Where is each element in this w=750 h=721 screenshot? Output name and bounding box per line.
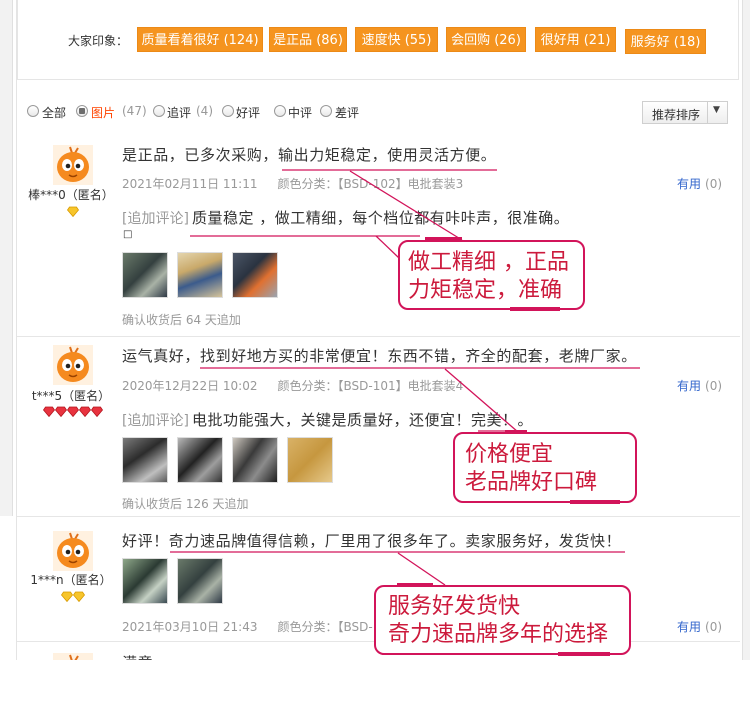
review-photo[interactable] bbox=[177, 558, 223, 604]
appended-review: [追加评论] 质量稳定 ，做工精细，每个档位都有咔咔声，很准确。 bbox=[122, 207, 569, 228]
sku-value: 【BSD-101】电批套装4 bbox=[337, 379, 464, 393]
gold-diamond-icon bbox=[67, 206, 79, 217]
appended-text: 质量稳定 ，做工精细，每个档位都有咔咔声，很准确。 bbox=[191, 209, 570, 227]
useful-button[interactable]: 有用 bbox=[677, 177, 701, 191]
annotation-callout: 服务好发货快 奇力速品牌多年的选择 bbox=[374, 585, 631, 655]
avatar[interactable] bbox=[53, 653, 93, 660]
avatar[interactable] bbox=[53, 145, 93, 185]
review-photos bbox=[122, 558, 223, 604]
reviewer-name: t***5（匿名） bbox=[31, 389, 111, 403]
appended-time: 确认收货后 64 天追加 bbox=[122, 313, 241, 327]
review-meta: 2021年02月11日 11:11 颜色分类：【BSD-102】电批套装3 bbox=[122, 175, 463, 192]
sku-label: 颜色分类： bbox=[277, 379, 338, 393]
avatar[interactable] bbox=[53, 345, 93, 385]
callout-line: 奇力速品牌多年的选择 bbox=[388, 622, 609, 647]
appended-label: [追加评论] bbox=[122, 211, 189, 227]
review-photo[interactable] bbox=[232, 252, 278, 298]
default-avatar-icon bbox=[53, 653, 93, 660]
reviewer-level-badges bbox=[23, 591, 123, 603]
reviewer-level-badges bbox=[23, 206, 123, 218]
review-photos bbox=[122, 252, 278, 298]
gold-diamond-icon bbox=[61, 591, 73, 602]
annotation-callout: 做工精细 ，正品 力矩稳定，准确 bbox=[398, 240, 585, 310]
review-photo[interactable] bbox=[122, 252, 168, 298]
avatar[interactable] bbox=[53, 531, 93, 571]
red-diamond-icon bbox=[67, 406, 79, 417]
default-avatar-icon bbox=[53, 531, 93, 571]
sku-label: 颜色分类： bbox=[277, 177, 338, 191]
review-date: 2021年02月11日 11:11 bbox=[122, 177, 258, 191]
red-diamond-icon bbox=[43, 406, 55, 417]
review-photo[interactable] bbox=[122, 558, 168, 604]
review-text: 是正品，已多次采购，输出力矩稳定，使用灵活方便。 bbox=[122, 146, 497, 164]
review-text: 运气真好，找到好地方买的非常便宜！东西不错，齐全的配套，老牌厂家。 bbox=[122, 347, 637, 365]
reviewer-name: 棒***0（匿名） bbox=[28, 188, 114, 202]
callout-line: 服务好发货快 bbox=[388, 594, 521, 619]
red-diamond-icon bbox=[91, 406, 103, 417]
sku-label: 颜色分类： bbox=[277, 620, 338, 634]
callout-line: 价格便宜 bbox=[465, 442, 554, 467]
useful-count: (0) bbox=[705, 177, 723, 191]
review-meta: 2020年12月22日 10:02 颜色分类：【BSD-101】电批套装4 bbox=[122, 377, 463, 394]
useful-vote[interactable]: 有用 (0) bbox=[677, 377, 722, 394]
gold-diamond-icon bbox=[73, 591, 85, 602]
callout-line: 力矩稳定，准确 bbox=[408, 278, 563, 303]
review-text: 满意 bbox=[122, 652, 153, 660]
reviewer-level-badges bbox=[23, 406, 123, 418]
review-date: 2020年12月22日 10:02 bbox=[122, 379, 258, 393]
default-avatar-icon bbox=[53, 345, 93, 385]
useful-vote[interactable]: 有用 (0) bbox=[677, 618, 722, 635]
callout-line: 做工精细 ，正品 bbox=[408, 250, 569, 275]
red-diamond-icon bbox=[55, 406, 67, 417]
annotation-callout: 价格便宜 老品牌好口碑 bbox=[453, 432, 637, 503]
default-avatar-icon bbox=[53, 145, 93, 185]
review-text: 好评！奇力速品牌值得信赖，厂里用了很多年了。卖家服务好，发货快！ bbox=[122, 532, 622, 550]
review-photo[interactable] bbox=[287, 437, 333, 483]
appended-time: 确认收货后 126 天追加 bbox=[122, 497, 249, 511]
appended-emoji-placeholder: □ bbox=[123, 229, 133, 240]
useful-button[interactable]: 有用 bbox=[677, 620, 701, 634]
review-date: 2021年03月10日 21:43 bbox=[122, 620, 258, 634]
callout-line: 老品牌好口碑 bbox=[465, 470, 598, 495]
useful-vote[interactable]: 有用 (0) bbox=[677, 175, 722, 192]
review-photo[interactable] bbox=[232, 437, 278, 483]
appended-label: [追加评论] bbox=[122, 413, 189, 429]
useful-button[interactable]: 有用 bbox=[677, 379, 701, 393]
appended-review: [追加评论] 电批功能强大，关键是质量好，还便宜！完美！。 bbox=[122, 409, 533, 430]
reviewer-name: 1***n（匿名） bbox=[30, 573, 112, 587]
appended-text: 电批功能强大，关键是质量好，还便宜！完美！。 bbox=[191, 411, 533, 429]
review-photo[interactable] bbox=[177, 437, 223, 483]
sku-value: 【BSD-102】电批套装3 bbox=[337, 177, 464, 191]
review-photo[interactable] bbox=[122, 437, 168, 483]
review-list: 棒***0（匿名） 是正品，已多次采购，输出力矩稳定，使用灵活方便。 2021年… bbox=[0, 0, 750, 660]
review-photo[interactable] bbox=[177, 252, 223, 298]
useful-count: (0) bbox=[705, 379, 723, 393]
red-diamond-icon bbox=[79, 406, 91, 417]
useful-count: (0) bbox=[705, 620, 723, 634]
review-photos bbox=[122, 437, 333, 483]
